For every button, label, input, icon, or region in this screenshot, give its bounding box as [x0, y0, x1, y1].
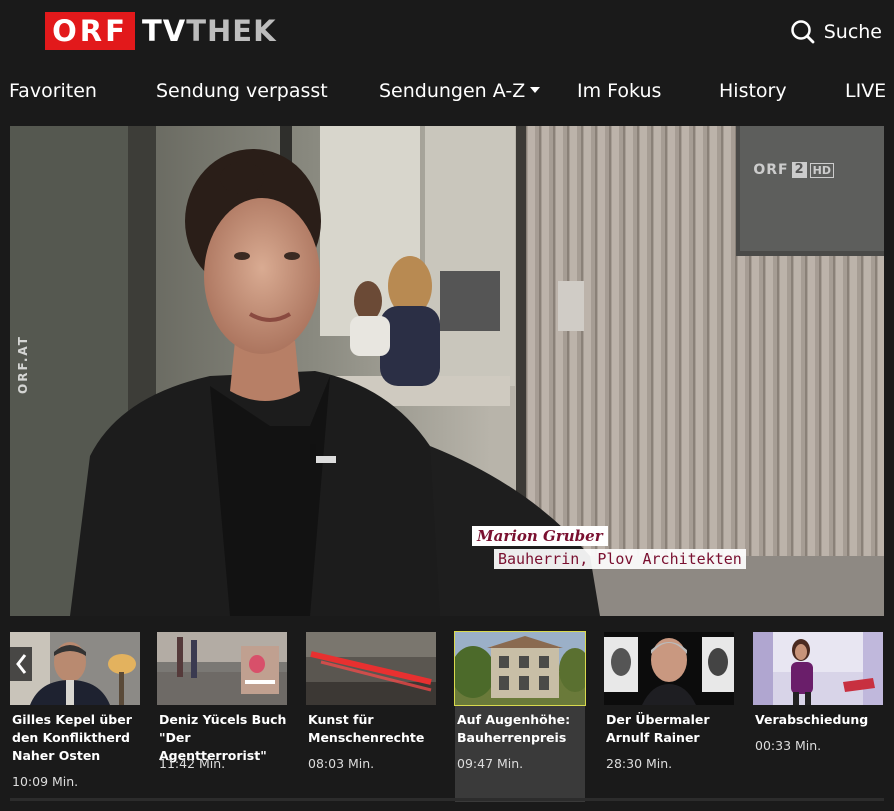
- nav-history[interactable]: History: [719, 80, 787, 102]
- chevron-down-icon: [530, 86, 541, 93]
- scrollbar[interactable]: [10, 798, 884, 801]
- nav-sendung-verpasst[interactable]: Sendung verpasst: [156, 80, 328, 102]
- teaser-duration: 10:09 Min.: [12, 774, 79, 789]
- chevron-left-icon: [16, 654, 27, 674]
- caption-name: Marion Gruber: [472, 526, 608, 546]
- search-label: Suche: [823, 21, 882, 43]
- teaser-duration: 08:03 Min.: [308, 756, 375, 771]
- teaser-thumbnail: [157, 632, 287, 705]
- teaser-thumbnail: [306, 632, 436, 705]
- carousel-prev-button[interactable]: [10, 647, 32, 681]
- channel-logo-hd: HD: [809, 162, 834, 178]
- teaser-title: Verabschiedung: [755, 712, 869, 727]
- search-button[interactable]: Suche: [790, 19, 882, 45]
- nav-im-fokus[interactable]: Im Fokus: [577, 80, 661, 102]
- logo-orf: ORF: [45, 12, 135, 50]
- caption-role: Bauherrin, Plov Architekten: [494, 549, 746, 569]
- logo-tv: TV: [142, 14, 187, 48]
- teaser-title: Kunst für Menschenrechte: [308, 712, 425, 745]
- orf-tvthek-logo[interactable]: ORF TV THEK: [45, 12, 277, 50]
- video-player[interactable]: ORF 2 HD ORF.AT Marion Gruber Bauherrin,…: [10, 126, 884, 616]
- nav-live[interactable]: LIVE: [845, 80, 886, 102]
- search-icon: [790, 19, 816, 45]
- teaser-card[interactable]: Verabschiedung 00:33 Min.: [753, 632, 883, 802]
- video-frame: [10, 126, 884, 616]
- teaser-title: Auf Augenhöhe: Bauherrenpreis: [457, 712, 571, 745]
- teaser-strip: Gilles Kepel über den Konfliktherd Naher…: [0, 623, 894, 802]
- teaser-card-active[interactable]: Auf Augenhöhe: Bauherrenpreis 09:47 Min.: [454, 631, 586, 802]
- teaser-thumbnail: [753, 632, 883, 705]
- channel-logo-orf: ORF: [753, 162, 789, 178]
- teaser-duration: 11:42 Min.: [159, 756, 226, 771]
- teaser-duration: 00:33 Min.: [755, 738, 822, 753]
- nav-favoriten[interactable]: Favoriten: [9, 80, 97, 102]
- channel-logo-number: 2: [791, 162, 807, 178]
- teaser-card[interactable]: Kunst für Menschenrechte 08:03 Min.: [306, 632, 436, 802]
- teaser-title: Gilles Kepel über den Konfliktherd Naher…: [12, 712, 132, 763]
- nav-sendungen-a-z-label: Sendungen A-Z: [379, 80, 526, 102]
- teaser-card[interactable]: Der Übermaler Arnulf Rainer 28:30 Min.: [604, 632, 734, 802]
- teaser-thumbnail: [454, 631, 586, 706]
- watermark: ORF.AT: [16, 335, 30, 394]
- channel-logo: ORF 2 HD: [753, 162, 834, 178]
- main-nav: Favoriten Sendung verpasst Sendungen A-Z…: [0, 80, 894, 110]
- teaser-card[interactable]: Deniz Yücels Buch "Der Agentterrorist" 1…: [157, 632, 287, 802]
- teaser-title: Der Übermaler Arnulf Rainer: [606, 712, 710, 745]
- header: ORF TV THEK Suche: [0, 0, 894, 64]
- teaser-duration: 09:47 Min.: [457, 756, 524, 771]
- nav-sendungen-a-z[interactable]: Sendungen A-Z: [379, 80, 541, 102]
- logo-thek: THEK: [186, 14, 277, 48]
- teaser-duration: 28:30 Min.: [606, 756, 673, 771]
- teaser-thumbnail: [604, 632, 734, 705]
